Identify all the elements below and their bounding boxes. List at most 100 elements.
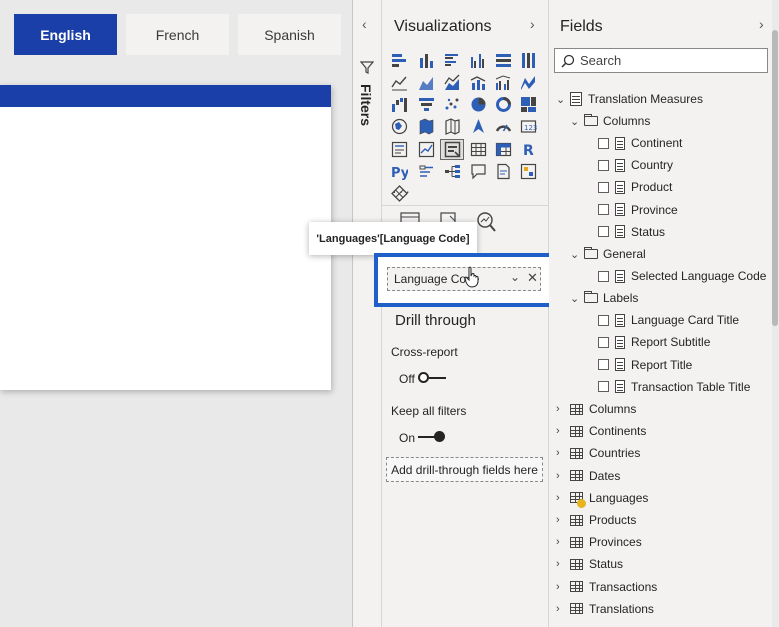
field-item[interactable]: Province (598, 200, 678, 220)
python-visual-icon[interactable]: Py (388, 162, 410, 181)
chevron-right-icon[interactable]: › (556, 558, 570, 570)
fields-scroll-thumb[interactable] (772, 30, 778, 326)
chevron-right-icon[interactable]: › (556, 536, 570, 548)
field-checkbox[interactable] (598, 270, 609, 282)
spanish-button[interactable]: Spanish (238, 14, 341, 55)
field-checkbox[interactable] (598, 381, 609, 393)
gauge-icon[interactable] (492, 117, 514, 136)
field-checkbox[interactable] (598, 226, 609, 238)
field-item[interactable]: Selected Language Code (598, 266, 766, 286)
100-column-icon[interactable] (517, 51, 539, 70)
funnel-icon[interactable] (415, 95, 437, 114)
slicer-icon[interactable] (440, 139, 464, 160)
tree-folder-labels[interactable]: ⌄ Labels (570, 288, 638, 308)
r-visual-icon[interactable]: R (517, 140, 539, 159)
tree-folder-columns[interactable]: ⌄ Columns (570, 111, 650, 131)
tree-table-columns[interactable]: › Columns (556, 399, 636, 419)
analytics-tab-icon[interactable] (476, 211, 496, 238)
field-item[interactable]: Report Title (598, 355, 692, 375)
kpi-icon[interactable] (415, 140, 437, 159)
line-column-icon[interactable] (467, 73, 489, 92)
collapse-fields-icon[interactable]: › (759, 16, 764, 32)
ribbon-icon[interactable] (517, 73, 539, 92)
field-item[interactable]: Report Subtitle (598, 332, 710, 352)
english-button[interactable]: English (14, 14, 117, 55)
chevron-down-icon[interactable]: ⌄ (510, 270, 520, 284)
area-icon[interactable] (415, 73, 437, 92)
tree-folder-general[interactable]: ⌄ General (570, 244, 646, 264)
chevron-right-icon[interactable]: › (556, 425, 570, 437)
field-checkbox[interactable] (598, 204, 609, 216)
tree-table-status[interactable]: › Status (556, 554, 623, 574)
field-checkbox[interactable] (598, 137, 609, 149)
collapse-filters-icon[interactable]: ‹ (362, 16, 367, 32)
line-icon[interactable] (388, 73, 410, 92)
tree-table-transactions[interactable]: › Transactions (556, 577, 657, 597)
remove-field-icon[interactable]: ✕ (527, 270, 538, 286)
stacked-column-icon[interactable] (415, 51, 437, 70)
filled-map-icon[interactable] (415, 117, 437, 136)
chevron-right-icon[interactable]: › (556, 581, 570, 593)
tree-table-products[interactable]: › Products (556, 510, 636, 530)
pie-icon[interactable] (467, 95, 489, 114)
table-icon[interactable] (467, 140, 489, 159)
field-item[interactable]: Continent (598, 133, 682, 153)
chevron-right-icon[interactable]: › (556, 514, 570, 526)
waterfall-icon[interactable] (388, 95, 410, 114)
tree-root-translation-measures[interactable]: ⌄ Translation Measures (556, 89, 703, 109)
clustered-column-icon[interactable] (467, 51, 489, 70)
qna-icon[interactable] (467, 162, 489, 181)
smart-narrative-icon[interactable] (492, 162, 514, 181)
tree-table-countries[interactable]: › Countries (556, 443, 640, 463)
tree-table-continents[interactable]: › Continents (556, 421, 646, 441)
field-checkbox[interactable] (598, 359, 609, 371)
map-icon[interactable] (388, 117, 410, 136)
filters-label[interactable]: Filters (358, 84, 374, 126)
paginated-report-icon[interactable] (517, 162, 539, 181)
decomposition-tree-icon[interactable] (441, 162, 463, 181)
field-item[interactable]: Product (598, 177, 672, 197)
chevron-right-icon[interactable]: › (556, 603, 570, 615)
chevron-right-icon[interactable]: › (556, 447, 570, 459)
field-checkbox[interactable] (598, 181, 609, 193)
field-item[interactable]: Status (598, 222, 665, 242)
tree-table-dates[interactable]: › Dates (556, 466, 620, 486)
treemap-icon[interactable] (517, 95, 539, 114)
add-drill-through-fields-well[interactable]: Add drill-through fields here (386, 457, 543, 482)
expand-visualizations-icon[interactable]: › (530, 16, 535, 32)
shape-map-icon[interactable] (441, 117, 463, 136)
chevron-right-icon[interactable]: › (556, 470, 570, 482)
keep-all-filters-toggle[interactable] (434, 431, 445, 442)
stacked-bar-icon[interactable] (388, 51, 410, 70)
french-button[interactable]: French (126, 14, 229, 55)
key-influencers-icon[interactable] (415, 162, 437, 181)
chevron-down-icon[interactable]: ⌄ (556, 93, 570, 106)
chevron-right-icon[interactable]: › (556, 492, 570, 504)
chevron-down-icon[interactable]: ⌄ (570, 248, 584, 261)
line-clustered-column-icon[interactable] (492, 73, 514, 92)
tree-table-languages[interactable]: › Languages (556, 488, 648, 508)
more-visuals-icon[interactable]: ··· (392, 183, 412, 199)
tree-table-translations[interactable]: › Translations (556, 599, 654, 619)
matrix-icon[interactable] (492, 140, 514, 159)
chevron-down-icon[interactable]: ⌄ (570, 115, 584, 128)
field-item[interactable]: Language Card Title (598, 310, 739, 330)
cross-report-toggle[interactable] (418, 372, 429, 383)
card-icon[interactable]: 123 (517, 117, 539, 136)
azure-map-icon[interactable] (467, 117, 489, 136)
stacked-area-icon[interactable] (441, 73, 463, 92)
field-item[interactable]: Transaction Table Title (598, 377, 750, 397)
donut-icon[interactable] (492, 95, 514, 114)
100-bar-icon[interactable] (492, 51, 514, 70)
field-checkbox[interactable] (598, 336, 609, 348)
fields-search-input[interactable]: Search (554, 48, 768, 73)
field-checkbox[interactable] (598, 159, 609, 171)
scatter-icon[interactable] (441, 95, 463, 114)
field-checkbox[interactable] (598, 314, 609, 326)
chevron-down-icon[interactable]: ⌄ (570, 292, 584, 305)
report-visual-card[interactable] (0, 85, 331, 390)
multi-row-card-icon[interactable] (388, 140, 410, 159)
field-item[interactable]: Country (598, 155, 673, 175)
clustered-bar-icon[interactable] (441, 51, 463, 70)
chevron-right-icon[interactable]: › (556, 403, 570, 415)
